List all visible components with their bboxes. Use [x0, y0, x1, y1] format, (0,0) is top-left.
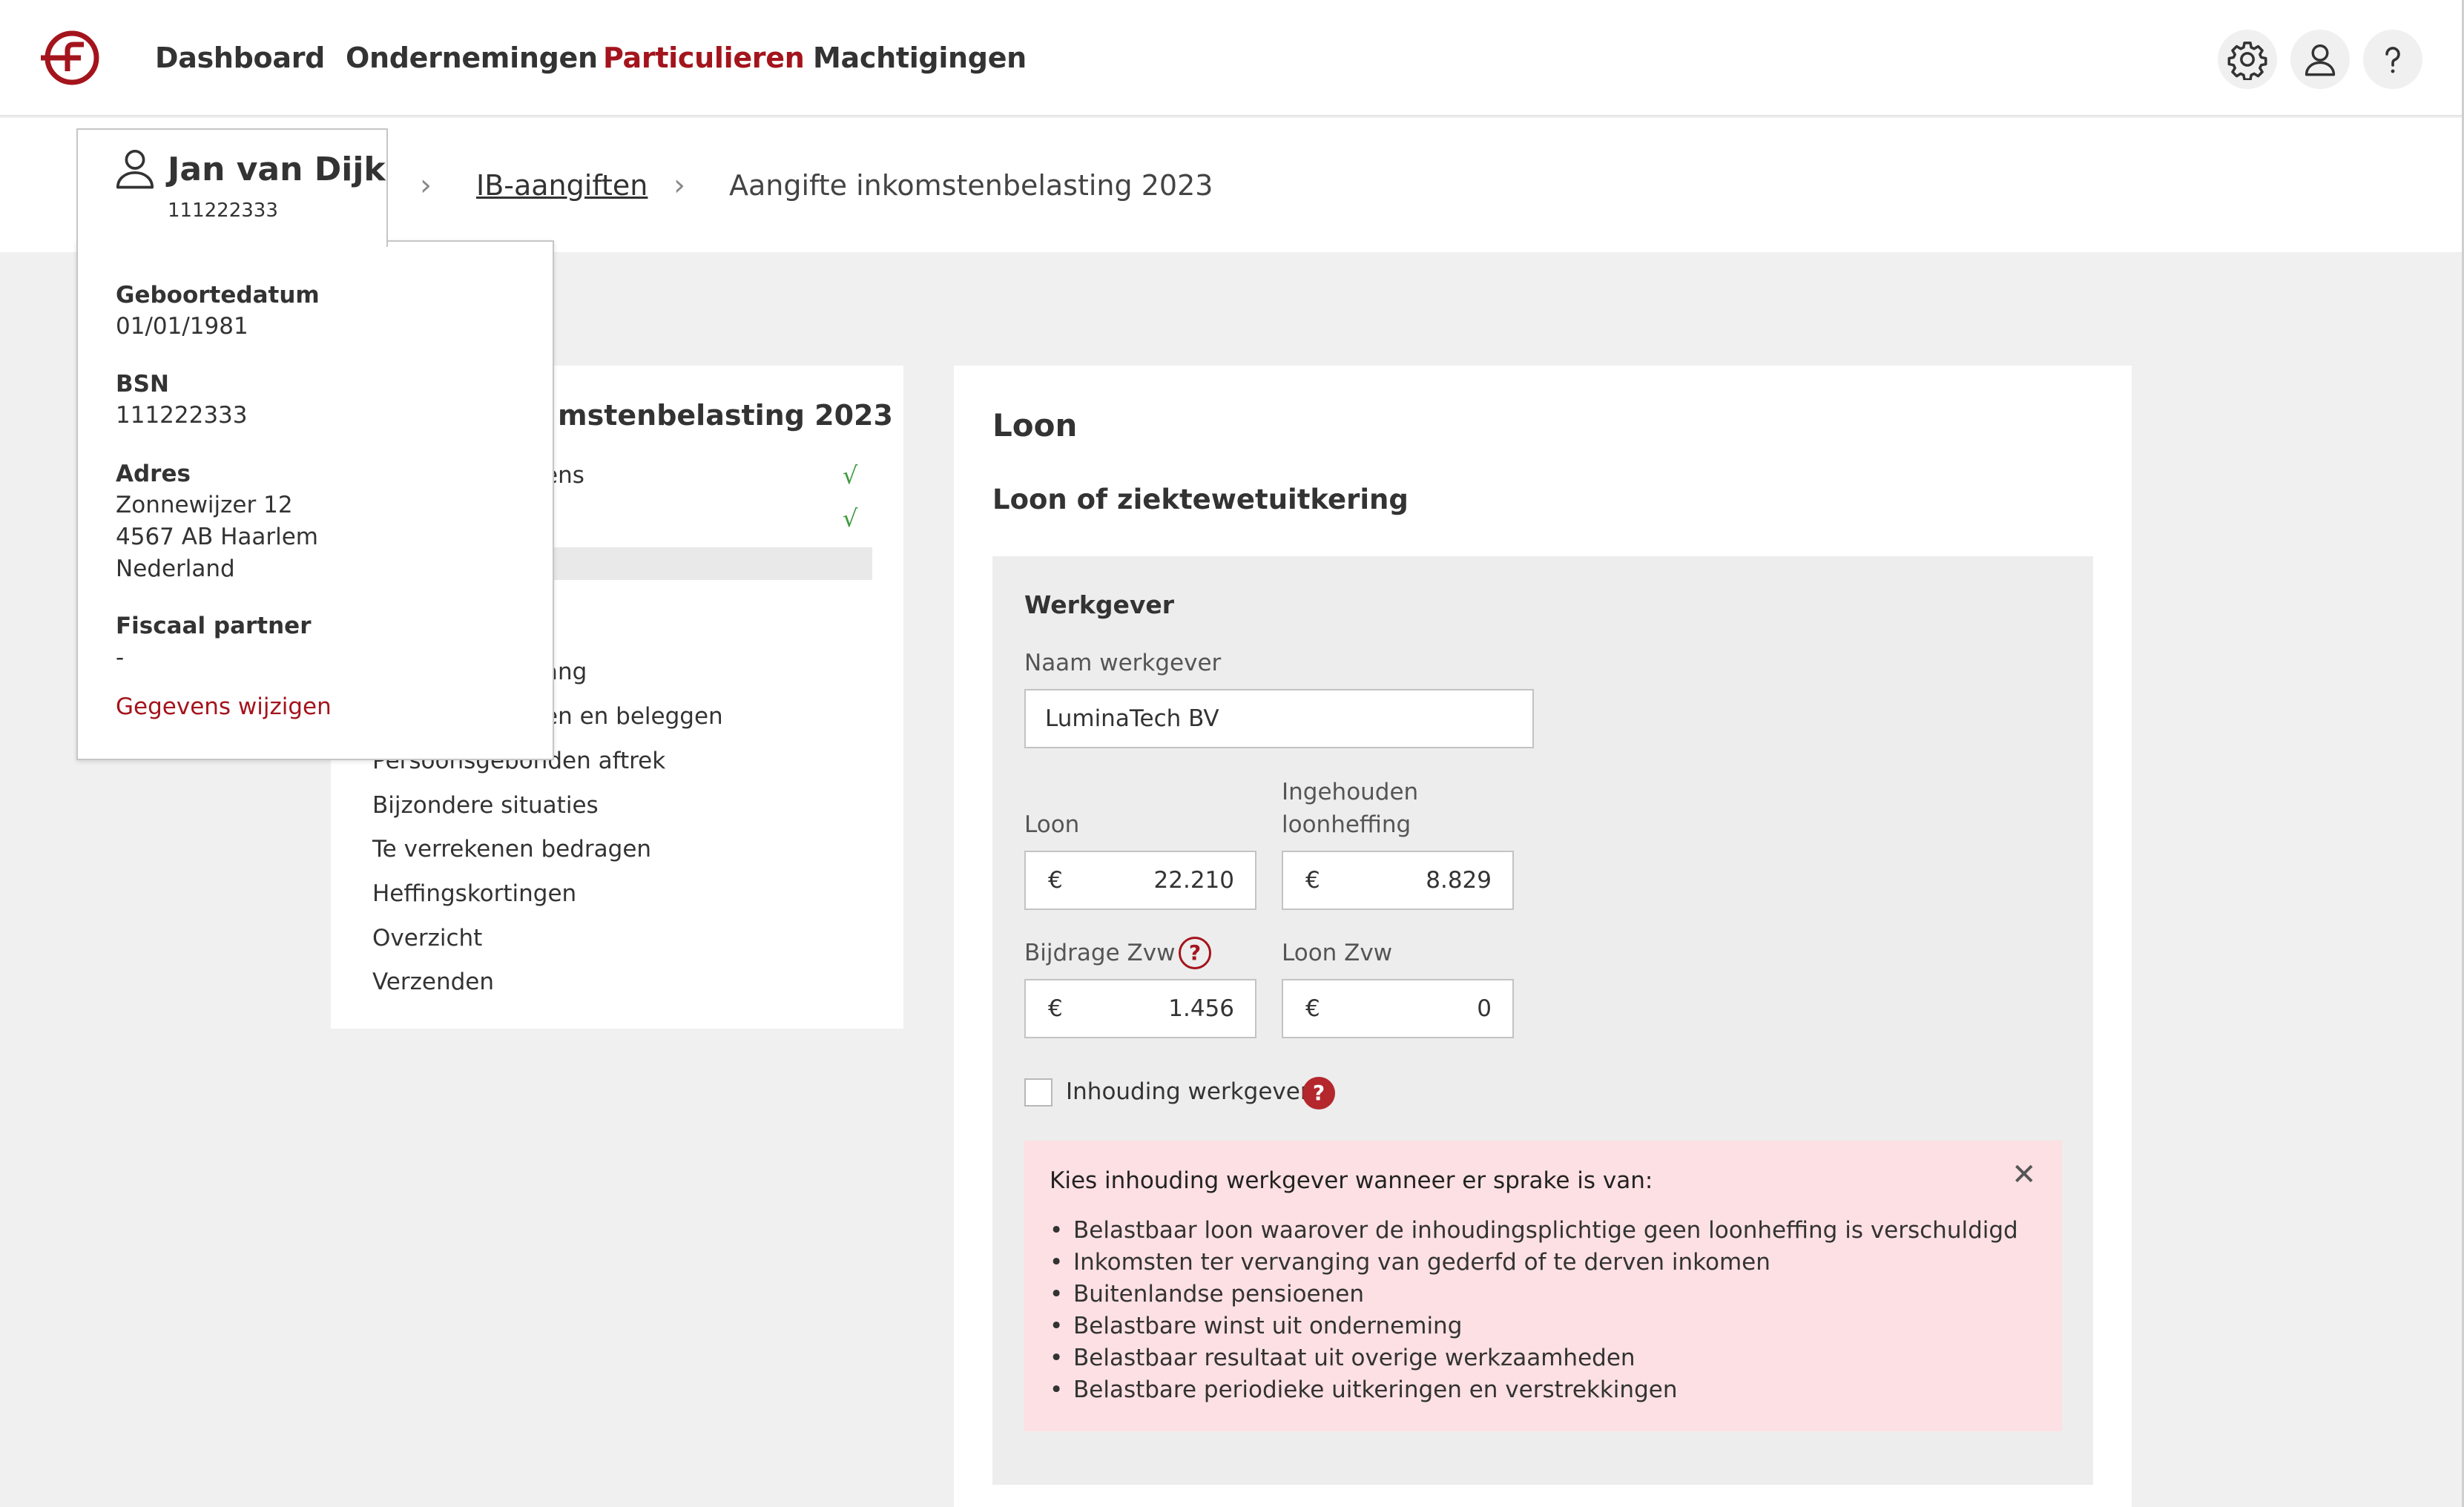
step-item[interactable]: Verzenden [372, 966, 494, 998]
section-title: Loon of ziektewetuitkering [992, 484, 1409, 515]
step-item[interactable]: Heffingskortingen [372, 877, 576, 910]
checkmark-icon: √ [843, 461, 858, 489]
breadcrumb-ib-aangiften-link[interactable]: IB-aangiften [476, 165, 648, 206]
nav-particulieren[interactable]: Particulieren [603, 37, 805, 79]
employer-withholding-label[interactable]: Inhouding werkgever [1066, 1075, 1310, 1108]
address-label: Adres [116, 461, 191, 487]
step-item-active[interactable] [544, 547, 872, 580]
address-line: 4567 AB Haarlem [116, 524, 319, 550]
list-item: Belastbaar resultaat uit overige werkzaa… [1050, 1342, 2018, 1374]
birthdate-value: 01/01/1981 [116, 313, 248, 340]
withheld-tax-field[interactable]: € 8.829 [1282, 851, 1514, 910]
currency-symbol: € [1305, 867, 1320, 894]
withheld-tax-value: 8.829 [1426, 867, 1492, 894]
zvw-contribution-field[interactable]: € 1.456 [1024, 979, 1256, 1038]
account-button[interactable] [2290, 30, 2350, 89]
employer-withholding-checkbox[interactable] [1024, 1078, 1053, 1107]
currency-symbol: € [1048, 867, 1063, 894]
info-message-list: Belastbaar loon waarover de inhoudingspl… [1050, 1215, 2018, 1406]
step-item[interactable]: Bijzondere situaties [372, 789, 599, 822]
currency-symbol: € [1048, 995, 1063, 1022]
steps-title: mstenbelasting 2023 [558, 399, 893, 432]
help-icon[interactable]: ? [1179, 937, 1211, 969]
birthdate-label: Geboortedatum [116, 282, 320, 309]
brand-logo-icon[interactable] [38, 28, 106, 88]
fiscal-partner-value: - [116, 644, 125, 671]
step-item[interactable]: en en beleggen [544, 700, 723, 733]
checkmark-icon: √ [843, 504, 858, 532]
popover-tab-join [78, 239, 386, 243]
employer-name-value: LuminaTech BV [1045, 705, 1219, 732]
list-item: Belastbare winst uit onderneming [1050, 1310, 2018, 1342]
zvw-contribution-label: Bijdrage Zvw [1024, 940, 1176, 966]
loon-label: Loon [1024, 811, 1080, 838]
address-line: Zonnewijzer 12 [116, 492, 293, 518]
gear-icon [2227, 42, 2267, 80]
help-button[interactable] [2363, 30, 2422, 89]
loon-field[interactable]: € 22.210 [1024, 851, 1256, 910]
employer-panel-title: Werkgever [1024, 590, 1174, 619]
page-title: Loon [992, 407, 1078, 443]
nav-dashboard[interactable]: Dashboard [155, 37, 325, 79]
info-message-title: Kies inhouding werkgever wanneer er spra… [1050, 1167, 1653, 1194]
step-item[interactable]: Overzicht [372, 922, 482, 954]
withheld-tax-label: loonheffing [1282, 811, 1411, 838]
employer-name-label: Naam werkgever [1024, 650, 1222, 676]
bsn-value: 111222333 [116, 402, 248, 429]
help-icon [2385, 47, 2400, 73]
loon-zvw-label: Loon Zvw [1282, 940, 1393, 966]
list-item: Belastbare periodieke uitkeringen en ver… [1050, 1374, 2018, 1406]
chevron-right-icon: › [420, 168, 432, 202]
fiscal-partner-label: Fiscaal partner [116, 613, 312, 639]
list-item: Buitenlandse pensioenen [1050, 1279, 2018, 1310]
bsn-label: BSN [116, 371, 169, 398]
settings-button[interactable] [2218, 30, 2277, 89]
step-item[interactable]: Te verrekenen bedragen [372, 833, 651, 865]
close-icon[interactable]: ✕ [2012, 1157, 2037, 1193]
help-icon[interactable]: ? [1302, 1077, 1335, 1109]
loon-value: 22.210 [1153, 867, 1234, 894]
loon-zvw-value: 0 [1477, 995, 1492, 1022]
user-icon [2305, 44, 2336, 76]
list-item: Belastbaar loon waarover de inhoudingspl… [1050, 1215, 2018, 1247]
address-line: Nederland [116, 555, 235, 582]
person-name: Jan van Dijk [168, 151, 386, 188]
list-item: Inkomsten ter vervanging van gederfd of … [1050, 1247, 2018, 1279]
nav-ondernemingen[interactable]: Ondernemingen [346, 37, 598, 79]
person-id: 111222333 [168, 199, 278, 222]
zvw-contribution-value: 1.456 [1168, 995, 1234, 1022]
breadcrumb-current: Aangifte inkomstenbelasting 2023 [729, 169, 1213, 202]
currency-symbol: € [1305, 995, 1320, 1022]
user-icon [116, 149, 154, 189]
employer-name-field[interactable]: LuminaTech BV [1024, 689, 1534, 748]
nav-machtigingen[interactable]: Machtigingen [813, 37, 1027, 79]
withheld-tax-label: Ingehouden [1282, 779, 1419, 805]
edit-details-link[interactable]: Gegevens wijzigen [116, 690, 332, 723]
chevron-right-icon: › [673, 168, 685, 202]
loon-zvw-field[interactable]: € 0 [1282, 979, 1514, 1038]
